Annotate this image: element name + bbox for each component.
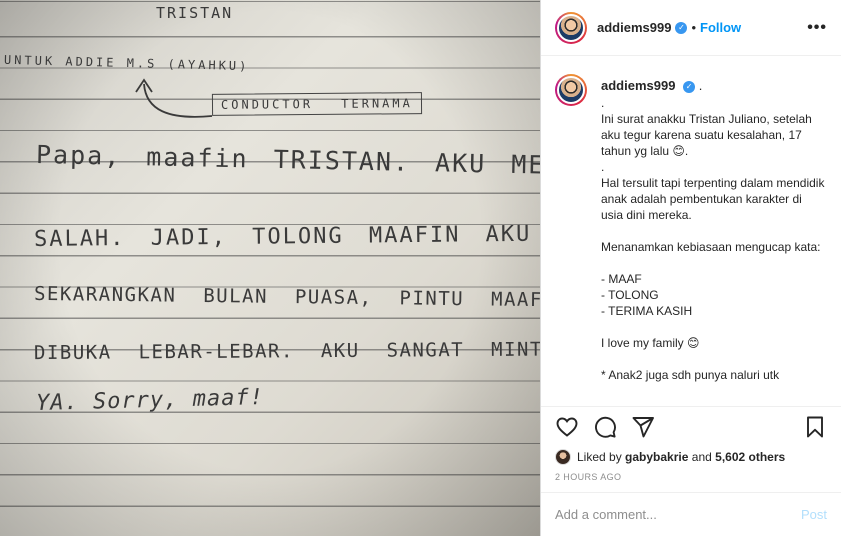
caption-row: addiems999 ✓ . . Ini surat anakku Trista… — [555, 70, 827, 383]
post-photo[interactable]: TRISTAN UNTUK ADDIE M.S (AYAHKU) CONDUCT… — [0, 0, 541, 536]
letter-line-4: DIBUKA LEBAR-LEBAR. AKU SANGAT MINTA MAA… — [33, 338, 541, 365]
letter-line-3: SEKARANGKAN BULAN PUASA, PINTU MAAF — [33, 282, 541, 312]
post-comment-button[interactable]: Post — [801, 507, 827, 522]
comment-icon[interactable] — [593, 415, 617, 439]
liker-username[interactable]: gabybakrie — [625, 450, 688, 464]
header-separator: • — [691, 20, 696, 35]
follow-button[interactable]: Follow — [700, 20, 741, 35]
letter-line-2: SALAH. JADI, TOLONG MAAFIN AKU YA. — [33, 221, 540, 252]
header-avatar[interactable] — [555, 11, 587, 44]
likes-others-link[interactable]: 5,602 others — [715, 450, 785, 464]
post-timestamp[interactable]: 2 HOURS AGO — [541, 466, 841, 492]
arrow-doodle — [135, 78, 213, 118]
verified-badge-icon: ✓ — [675, 21, 688, 34]
comment-box: Post — [541, 492, 841, 536]
letter-line-recipient: UNTUK ADDIE M.S (AYAHKU) — [3, 52, 250, 74]
letter-line-name: TRISTAN — [156, 4, 234, 22]
liker-avatar[interactable] — [555, 449, 571, 465]
header-username[interactable]: addiems999 — [597, 20, 671, 35]
verified-badge-icon: ✓ — [683, 80, 696, 93]
bookmark-icon[interactable] — [803, 415, 827, 439]
caption-first-line: . — [698, 78, 703, 93]
post-header: addiems999 ✓ • Follow ••• — [541, 0, 841, 56]
post-side-panel: addiems999 ✓ • Follow ••• addiems999 ✓ .… — [541, 0, 841, 536]
letter-line-1: Papa, maafin TRISTAN. AKU MEMANG — [35, 139, 541, 182]
share-icon[interactable] — [631, 415, 655, 439]
caption-text: . Ini surat anakku Tristan Juliano, sete… — [601, 96, 825, 382]
likes-summary: Liked by gabybakrie and 5,602 others — [541, 446, 841, 466]
caption-area[interactable]: addiems999 ✓ . . Ini surat anakku Trista… — [541, 56, 841, 406]
instagram-post: TRISTAN UNTUK ADDIE M.S (AYAHKU) CONDUCT… — [0, 0, 841, 536]
likes-prefix: Liked by — [577, 450, 622, 464]
letter-line-conductor: CONDUCTOR TERNAMA — [211, 92, 422, 116]
caption-avatar[interactable] — [555, 74, 587, 106]
heart-icon[interactable] — [555, 415, 579, 439]
caption-username[interactable]: addiems999 — [601, 78, 675, 93]
comment-input[interactable] — [555, 507, 801, 522]
action-bar — [541, 406, 841, 446]
more-options-icon[interactable]: ••• — [807, 19, 827, 37]
likes-connector: and — [691, 450, 712, 464]
caption-body: addiems999 ✓ . . Ini surat anakku Trista… — [601, 70, 827, 383]
letter-line-5: YA. Sorry, maaf! — [35, 385, 265, 416]
caption-header: addiems999 ✓ . — [601, 78, 827, 93]
